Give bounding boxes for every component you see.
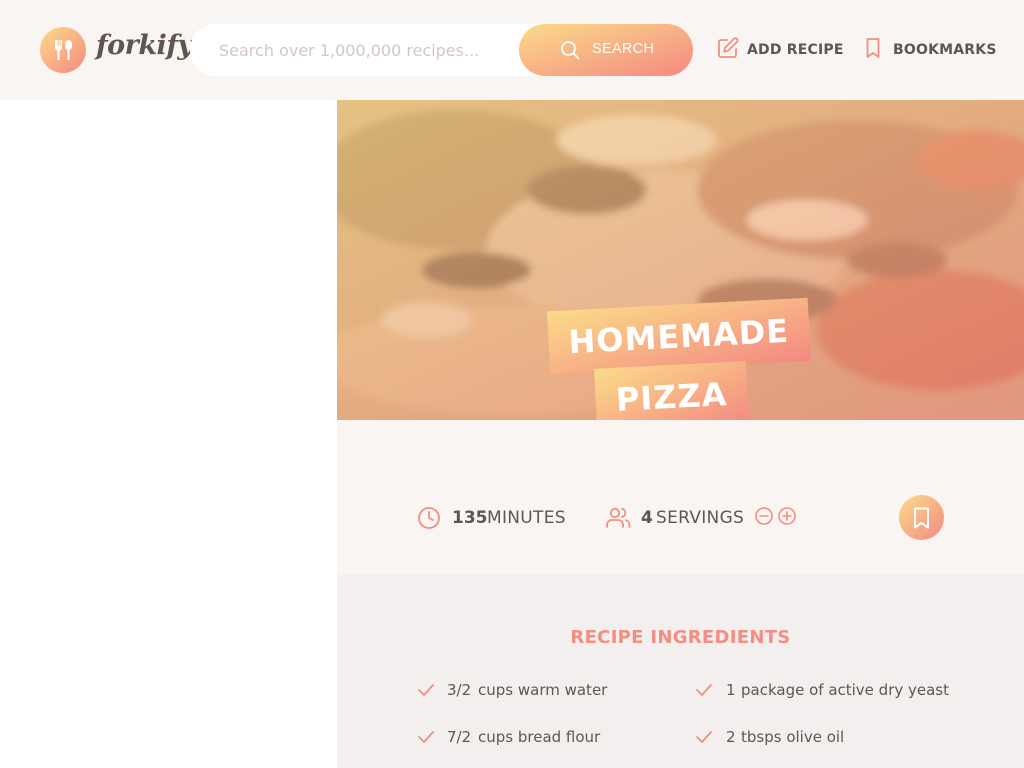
search-button[interactable]: SEARCH: [519, 24, 693, 76]
ingredients-heading: RECIPE INGREDIENTS: [570, 627, 791, 648]
recipe-ingredients: RECIPE INGREDIENTS 3/2 cups warm water 1…: [337, 575, 1024, 768]
ingredient-item: 1 package of active dry yeast: [695, 679, 955, 701]
logo-text: forkify: [96, 30, 193, 61]
cooking-time: 135 MINUTES: [417, 506, 577, 532]
recipe-image: HOMEMADE PIZZA: [337, 100, 1024, 420]
recipe-details: 135 MINUTES 4 SERVINGS: [337, 490, 1024, 545]
servings: 4 SERVINGS: [605, 506, 805, 532]
bookmark-recipe-button[interactable]: [899, 495, 944, 540]
users-icon: [606, 507, 631, 528]
bookmark-icon: [914, 507, 929, 529]
bookmarks-button[interactable]: BOOKMARKS: [865, 37, 996, 63]
decrease-servings-button[interactable]: [754, 506, 774, 526]
ingredient-description: package of active dry yeast: [741, 681, 950, 699]
increase-servings-button[interactable]: [777, 506, 797, 526]
search-icon: [561, 41, 580, 60]
check-icon: [418, 684, 434, 696]
recipe-title-line: HOMEMADE: [546, 297, 811, 375]
ingredient-item: 7/2 cups bread flour: [417, 726, 677, 748]
recipe-panel: HOMEMADE PIZZA 135 MINUTES 4 SERVINGS RE…: [337, 100, 1024, 768]
check-icon: [418, 731, 434, 743]
servings-value: 4: [641, 508, 653, 528]
header: forkify SEARCH ADD RECIPE BOOKMARKS: [0, 0, 1024, 100]
logo[interactable]: forkify: [40, 27, 193, 73]
ingredient-quantity: 1: [726, 681, 736, 699]
add-recipe-button[interactable]: ADD RECIPE: [717, 37, 843, 63]
recipe-title-line: PIZZA: [594, 360, 749, 420]
cooking-time-value: 135: [452, 508, 488, 528]
check-icon: [696, 684, 712, 696]
clock-icon: [418, 507, 440, 529]
search-input[interactable]: [190, 24, 550, 76]
check-icon: [696, 731, 712, 743]
recipe-title: HOMEMADE PIZZA: [546, 297, 811, 420]
ingredient-quantity: 2: [726, 728, 736, 746]
ingredient-quantity: 7/2: [447, 728, 472, 746]
ingredient-description: tbsps olive oil: [741, 728, 845, 746]
bookmarks-label: BOOKMARKS: [893, 42, 997, 58]
search-results-panel: [0, 100, 337, 768]
ingredient-item: 3/2 cups warm water: [417, 679, 677, 701]
search-form: SEARCH: [190, 24, 693, 76]
search-button-label: SEARCH: [592, 41, 655, 57]
ingredient-item: 2 tbsps olive oil: [695, 726, 955, 748]
edit-icon: [718, 37, 739, 58]
ingredient-description: cups warm water: [478, 681, 608, 699]
ingredient-description: cups bread flour: [478, 728, 601, 746]
fork-spoon-icon: [40, 27, 86, 73]
cooking-time-unit: MINUTES: [487, 508, 566, 528]
servings-unit: SERVINGS: [656, 508, 745, 528]
add-recipe-label: ADD RECIPE: [747, 42, 844, 58]
bookmark-icon: [866, 38, 880, 58]
ingredient-quantity: 3/2: [447, 681, 472, 699]
